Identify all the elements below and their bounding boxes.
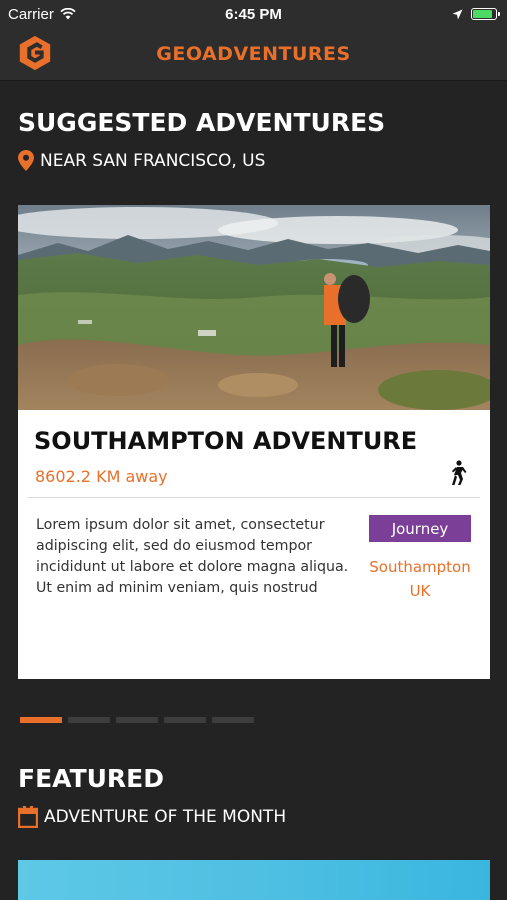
featured-title: FEATURED [18, 764, 164, 793]
pager-dot-4[interactable] [164, 717, 206, 723]
pager-dot-1[interactable] [20, 717, 62, 723]
card-location: Southampton UK [364, 555, 476, 603]
card-title: SOUTHAMPTON ADVENTURE [34, 427, 418, 455]
status-time: 6:45 PM [225, 5, 282, 23]
pager-dot-2[interactable] [68, 717, 110, 723]
pager-dot-5[interactable] [212, 717, 254, 723]
adventure-card[interactable]: SOUTHAMPTON ADVENTURE 8602.2 KM away Lor… [18, 205, 490, 679]
featured-subtitle-label: ADVENTURE OF THE MONTH [44, 807, 287, 827]
carousel-pager[interactable] [20, 717, 254, 723]
activity-type-badge[interactable]: Journey [369, 515, 471, 542]
card-location-city: Southampton [369, 558, 471, 576]
suggested-location: NEAR SAN FRANCISCO, US [18, 150, 265, 171]
map-pin-icon [18, 150, 34, 171]
suggested-title: SUGGESTED ADVENTURES [18, 108, 386, 137]
app-title: GEOADVENTURES [156, 43, 351, 65]
nav-bar: GEOADVENTURES [0, 28, 507, 81]
card-divider [28, 497, 480, 498]
status-bar: Carrier 6:45 PM [0, 0, 507, 28]
adventure-photo [18, 205, 490, 410]
geoadventures-logo-icon[interactable] [16, 34, 54, 72]
featured-adventure-card[interactable] [18, 860, 490, 900]
card-description: Lorem ipsum dolor sit amet, consectetur … [36, 517, 349, 596]
hiker-icon [452, 460, 467, 485]
calendar-icon [18, 806, 38, 828]
featured-subtitle: ADVENTURE OF THE MONTH [18, 806, 286, 828]
pager-dot-3[interactable] [116, 717, 158, 723]
card-location-country: UK [409, 582, 431, 600]
card-distance: 8602.2 KM away [35, 467, 168, 486]
suggested-location-label: NEAR SAN FRANCISCO, US [40, 150, 266, 171]
battery-icon [471, 8, 500, 20]
